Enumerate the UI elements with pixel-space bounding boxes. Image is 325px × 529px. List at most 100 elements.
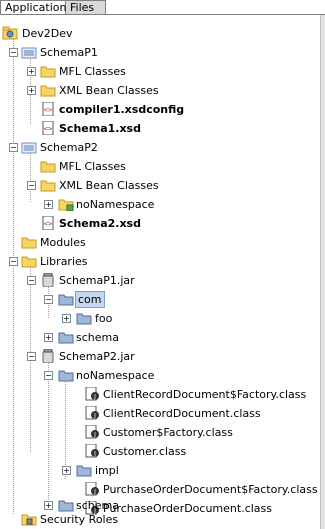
folder-icon: [40, 161, 56, 173]
class-file-icon: J: [85, 482, 99, 496]
expand-toggle[interactable]: +: [44, 333, 53, 342]
tree-item-label: MFL Classes: [59, 160, 126, 173]
jar-icon: [42, 273, 54, 287]
svg-text:J: J: [93, 489, 96, 496]
expand-toggle[interactable]: +: [62, 314, 71, 323]
tree-item-label: Dev2Dev: [22, 27, 73, 40]
package-icon: [58, 294, 74, 306]
jar-icon: [42, 349, 54, 363]
collapse-toggle[interactable]: −: [44, 371, 53, 380]
tree-item-label: foo: [95, 312, 113, 325]
package-icon: [58, 332, 74, 344]
tree-item-compiler1[interactable]: <> compiler1.xsdconfig: [0, 100, 320, 119]
tree-item-label: SchemaP1.jar: [59, 274, 135, 287]
tree-item-label: Schema1.xsd: [59, 122, 141, 135]
collapse-toggle[interactable]: −: [9, 257, 18, 266]
svg-text:J: J: [93, 394, 96, 401]
security-roles-icon: [21, 514, 37, 526]
tree-item-label: impl: [95, 464, 119, 477]
project-tree: Dev2Dev − SchemaP1 + MFL Classes + XML B…: [0, 15, 320, 529]
tree-item-schemap1[interactable]: − SchemaP1: [0, 43, 320, 62]
tree-item-schema1-xsd[interactable]: <> Schema1.xsd: [0, 119, 320, 138]
tree-item-security-roles[interactable]: Security Roles: [0, 510, 320, 529]
svg-text:J: J: [93, 432, 96, 439]
project-icon: [21, 47, 37, 59]
tree-item-label: Schema2.xsd: [59, 217, 141, 230]
collapse-toggle[interactable]: −: [27, 181, 36, 190]
package-icon: [76, 465, 92, 477]
tree-item-label: Customer$Factory.class: [103, 426, 233, 439]
tree-item-mfl-classes[interactable]: + MFL Classes: [0, 62, 320, 81]
package-icon: [58, 199, 74, 211]
folder-icon: [21, 256, 37, 268]
tree-item-class[interactable]: J ClientRecordDocument$Factory.class: [0, 385, 320, 404]
folder-icon: [40, 180, 56, 192]
tree-item-label: ClientRecordDocument$Factory.class: [103, 388, 307, 401]
tree-item-label: com: [75, 291, 105, 308]
expand-toggle[interactable]: +: [27, 86, 36, 95]
class-file-icon: J: [85, 425, 99, 439]
folder-icon: [40, 85, 56, 97]
svg-text:<>: <>: [44, 220, 52, 228]
tree-item-modules[interactable]: Modules: [0, 233, 320, 252]
collapse-toggle[interactable]: −: [44, 295, 53, 304]
tree-item-label: Customer.class: [103, 445, 187, 458]
tree-item-class[interactable]: J Customer$Factory.class: [0, 423, 320, 442]
tree-item-label: XML Bean Classes: [59, 84, 159, 97]
expand-toggle[interactable]: +: [44, 200, 53, 209]
xml-file-icon: <>: [42, 216, 54, 230]
expand-toggle[interactable]: +: [44, 501, 53, 510]
tree-item-schemap2-jar[interactable]: − SchemaP2.jar: [0, 347, 320, 366]
tree-item-label: noNamespace: [76, 198, 155, 211]
tree-item-impl[interactable]: + impl: [0, 461, 320, 480]
svg-text:J: J: [93, 413, 96, 420]
tree-item-label: Modules: [40, 236, 86, 249]
tree-item-xml-bean-classes[interactable]: + XML Bean Classes: [0, 81, 320, 100]
tree-item-class[interactable]: J Customer.class: [0, 442, 320, 461]
class-file-icon: J: [85, 444, 99, 458]
tree-item-libraries[interactable]: − Libraries: [0, 252, 320, 271]
tab-bar: Application Files: [0, 0, 325, 15]
tab-application[interactable]: Application: [0, 0, 66, 14]
project-icon: [21, 142, 37, 154]
collapse-toggle[interactable]: −: [27, 276, 36, 285]
tree-item-nonamespace[interactable]: − noNamespace: [0, 366, 320, 385]
tree-item-schema2-xsd[interactable]: <> Schema2.xsd: [0, 214, 320, 233]
tree-item-label: Security Roles: [40, 513, 119, 526]
tree-item-foo[interactable]: + foo: [0, 309, 320, 328]
tree-item-label: SchemaP1: [40, 46, 98, 59]
tree-item-nonamespace[interactable]: + noNamespace: [0, 195, 320, 214]
tree-item-label: MFL Classes: [59, 65, 126, 78]
tree-item-schemap1-jar[interactable]: − SchemaP1.jar: [0, 271, 320, 290]
vertical-scrollbar[interactable]: [320, 15, 325, 529]
collapse-toggle[interactable]: −: [9, 48, 18, 57]
folder-icon: [40, 66, 56, 78]
tree-item-xml-bean-classes[interactable]: − XML Bean Classes: [0, 176, 320, 195]
svg-text:J: J: [93, 451, 96, 458]
svg-text:<>: <>: [44, 106, 52, 114]
tree-item-label: SchemaP2: [40, 141, 98, 154]
class-file-icon: J: [85, 387, 99, 401]
collapse-toggle[interactable]: −: [27, 352, 36, 361]
tree-item-label: Libraries: [40, 255, 88, 268]
tab-files[interactable]: Files: [66, 0, 106, 14]
tree-item-schemap2[interactable]: − SchemaP2: [0, 138, 320, 157]
tree-item-label: noNamespace: [76, 369, 155, 382]
tree-item-com[interactable]: − com: [0, 290, 320, 309]
tree-item-schema[interactable]: + schema: [0, 328, 320, 347]
tree-item-mfl-classes[interactable]: MFL Classes: [0, 157, 320, 176]
tree-item-label: XML Bean Classes: [59, 179, 159, 192]
tree-item-label: ClientRecordDocument.class: [103, 407, 261, 420]
package-icon: [76, 313, 92, 325]
svg-text:<>: <>: [44, 125, 52, 133]
tree-item-dev2dev[interactable]: Dev2Dev: [0, 24, 320, 43]
folder-icon: [21, 237, 37, 249]
collapse-toggle[interactable]: −: [9, 143, 18, 152]
xml-file-icon: <>: [42, 102, 54, 116]
tree-item-class[interactable]: J ClientRecordDocument.class: [0, 404, 320, 423]
tree-item-label: compiler1.xsdconfig: [59, 103, 185, 116]
expand-toggle[interactable]: +: [62, 466, 71, 475]
expand-toggle[interactable]: +: [27, 67, 36, 76]
workspace-icon: [2, 26, 18, 40]
package-icon: [58, 370, 74, 382]
